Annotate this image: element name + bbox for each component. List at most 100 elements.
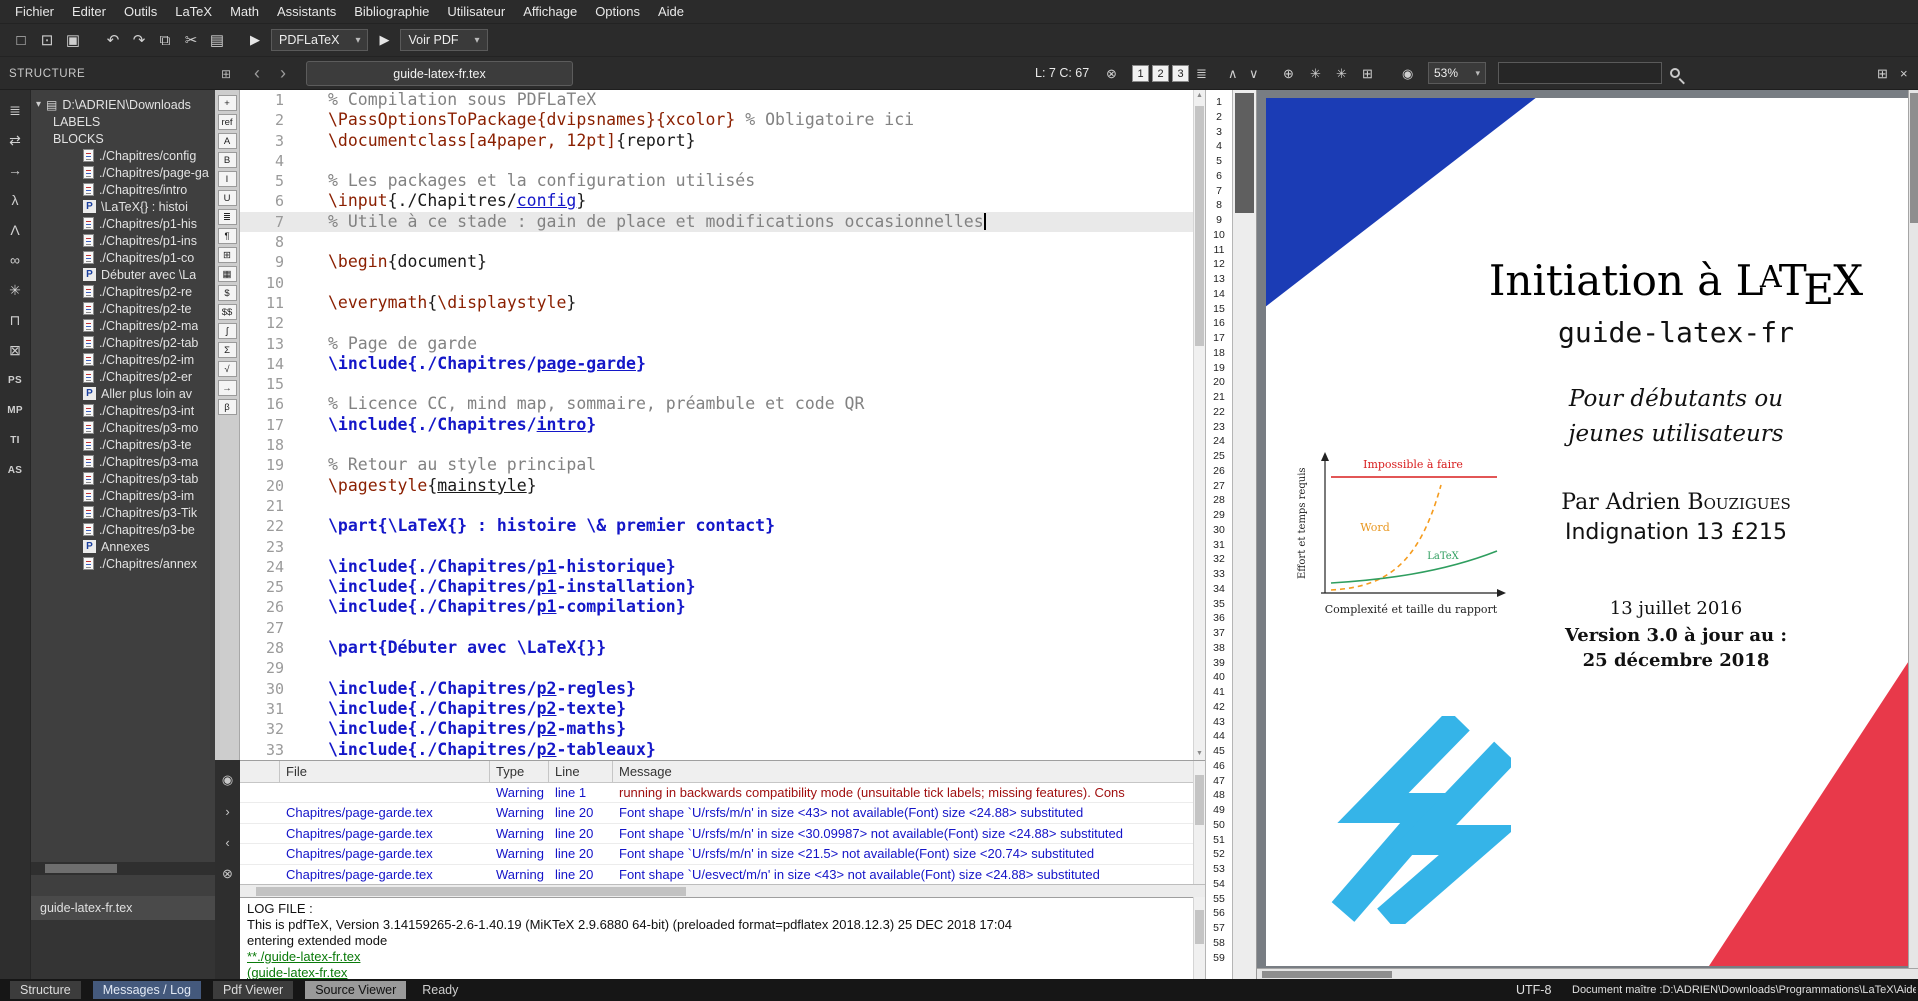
scrollbar-thumb[interactable] — [1195, 106, 1204, 346]
panel-toggle-icon[interactable]: › — [225, 804, 229, 819]
next-page-icon[interactable]: ∨ — [1249, 65, 1259, 82]
symbol-panel-tab-icon[interactable]: → — [3, 160, 27, 180]
code-line[interactable]: 9\begin{document} — [240, 252, 1193, 272]
symbol-panel-tab-icon[interactable]: Λ — [3, 220, 27, 240]
menu-item[interactable]: Affichage — [514, 1, 586, 22]
menu-item[interactable]: Fichier — [6, 1, 63, 22]
search-icon[interactable] — [1670, 68, 1680, 78]
edit-strip-button[interactable]: U — [218, 190, 237, 206]
toolbar-icon[interactable]: ▣ — [60, 28, 86, 52]
menu-item[interactable]: Editer — [63, 1, 115, 22]
code-line[interactable]: 32\include{./Chapitres/p2-maths} — [240, 719, 1193, 739]
page-2-button[interactable]: 2 — [1152, 65, 1169, 82]
symbol-panel-tab-icon[interactable]: MP — [3, 400, 27, 420]
structure-tree-item[interactable]: ./Chapitres/p3-ma — [31, 453, 215, 470]
structure-tree-item[interactable]: ./Chapitres/p3-tab — [31, 470, 215, 487]
pdf-horizontal-scrollbar[interactable] — [1257, 968, 1918, 979]
panel-toggle-icon[interactable]: ‹ — [225, 835, 229, 850]
pdf-vertical-scrollbar[interactable] — [1233, 90, 1257, 979]
structure-tree-item[interactable]: ./Chapitres/p3-Tik — [31, 504, 215, 521]
pdf-toc-icon[interactable]: ≣ — [1196, 65, 1207, 82]
scrollbar-thumb[interactable] — [45, 864, 117, 873]
symbol-panel-tab-icon[interactable]: PS — [3, 370, 27, 390]
code-line[interactable]: 28\part{Débuter avec \LaTeX{}} — [240, 638, 1193, 658]
dock-panel-icon[interactable]: ⊞ — [221, 67, 231, 81]
edit-strip-button[interactable]: β — [218, 399, 237, 415]
edit-strip-button[interactable]: ∫ — [218, 323, 237, 339]
code-line[interactable]: 4 — [240, 151, 1193, 171]
code-line[interactable]: 18 — [240, 435, 1193, 455]
code-line[interactable]: 15 — [240, 374, 1193, 394]
edit-strip-button[interactable]: ⊞ — [218, 247, 237, 263]
code-line[interactable]: 8 — [240, 232, 1193, 252]
code-line[interactable]: 16% Licence CC, mind map, sommaire, préa… — [240, 394, 1193, 414]
code-line[interactable]: 14\include{./Chapitres/page-garde} — [240, 354, 1193, 374]
status-panel-toggle[interactable]: Source Viewer — [305, 981, 406, 999]
structure-tree-item[interactable]: ./Chapitres/p1-co — [31, 249, 215, 266]
pdf-search-input[interactable] — [1498, 62, 1662, 84]
structure-tree-item[interactable]: ./Chapitres/p3-te — [31, 436, 215, 453]
code-line[interactable]: 22\part{\LaTeX{} : histoire \& premier c… — [240, 516, 1193, 536]
code-line[interactable]: 2\PassOptionsToPackage{dvipsnames}{xcolo… — [240, 110, 1193, 130]
code-line[interactable]: 27 — [240, 618, 1193, 638]
compile-command-select[interactable]: PDFLaTeX ▾ — [271, 29, 368, 51]
panel-toggle-icon[interactable]: ⊗ — [222, 866, 233, 882]
messages-header-type[interactable]: Type — [490, 761, 549, 782]
code-line[interactable]: 24\include{./Chapitres/p1-historique} — [240, 557, 1193, 577]
code-line[interactable]: 30\include{./Chapitres/p2-regles} — [240, 679, 1193, 699]
edit-strip-button[interactable]: → — [218, 380, 237, 396]
structure-tree-item[interactable]: ./Chapitres/p3-mo — [31, 419, 215, 436]
code-line[interactable]: 7% Utile à ce stade : gain de place et m… — [240, 212, 1193, 232]
navigate-forward-button[interactable]: › — [272, 61, 294, 85]
log-panel[interactable]: LOG FILE :This is pdfTeX, Version 3.1415… — [240, 897, 1205, 979]
scrollbar-thumb[interactable] — [256, 887, 686, 896]
messages-header-line[interactable]: Line — [549, 761, 613, 782]
code-line[interactable]: 33\include{./Chapitres/p2-tableaux} — [240, 740, 1193, 760]
scrollbar-thumb[interactable] — [1195, 910, 1204, 944]
quick-build-button[interactable]: ▶ — [244, 32, 266, 48]
edit-strip-button[interactable]: + — [218, 95, 237, 111]
detach-viewer-icon[interactable]: ⊞ — [1877, 65, 1888, 82]
document-tab[interactable]: guide-latex-fr.tex — [306, 61, 573, 86]
edit-strip-button[interactable]: $$ — [218, 304, 237, 320]
messages-header-message[interactable]: Message — [613, 761, 1205, 782]
structure-tree-item[interactable]: ./Chapitres/p3-be — [31, 521, 215, 538]
structure-tree-item[interactable]: P Annexes — [31, 538, 215, 555]
structure-tree-item[interactable]: ./Chapitres/p2-ma — [31, 317, 215, 334]
structure-tree-item[interactable]: ./Chapitres/p3-int — [31, 402, 215, 419]
messages-header-file[interactable]: File — [280, 761, 490, 782]
toolbar-icon[interactable]: ⊡ — [34, 28, 60, 52]
close-viewer-icon[interactable]: × — [1900, 65, 1908, 82]
structure-tree-item[interactable]: P Débuter avec \La — [31, 266, 215, 283]
code-line[interactable]: 29 — [240, 658, 1193, 678]
code-line[interactable]: 26\include{./Chapitres/p1-compilation} — [240, 597, 1193, 617]
menu-item[interactable]: LaTeX — [166, 1, 221, 22]
editor-vertical-scrollbar[interactable]: ▲ ▼ — [1193, 90, 1205, 760]
structure-horizontal-scrollbar[interactable] — [31, 862, 215, 875]
edit-strip-button[interactable]: ≣ — [218, 209, 237, 225]
expand-arrow-icon[interactable]: ▾ — [36, 99, 41, 110]
symbol-panel-tab-icon[interactable]: AS — [3, 460, 27, 480]
message-row[interactable]: Chapitres/page-garde.tex Warning line 20… — [240, 803, 1205, 823]
page-3-button[interactable]: 3 — [1172, 65, 1189, 82]
messages-horizontal-scrollbar[interactable] — [240, 884, 1205, 897]
symbol-panel-tab-icon[interactable]: ⊠ — [3, 340, 27, 360]
symbol-panel-tab-icon[interactable]: ⊓ — [3, 310, 27, 330]
zoom-select[interactable]: 53% ▾ — [1428, 62, 1486, 84]
code-line[interactable]: 23 — [240, 537, 1193, 557]
structure-root-item[interactable]: ▾ ▤ D:\ADRIEN\Downloads — [31, 96, 215, 113]
toolbar-icon[interactable]: ⧉ — [152, 28, 178, 52]
toolbar-icon[interactable]: ↷ — [126, 28, 152, 52]
message-row[interactable]: Warning line 1 running in backwards comp… — [240, 783, 1205, 803]
presentation-eye-icon[interactable]: ◉ — [1402, 65, 1413, 82]
expand-viewer-icon[interactable]: ⊞ — [1362, 65, 1373, 82]
structure-tree-item[interactable]: ./Chapitres/p2-tab — [31, 334, 215, 351]
menu-item[interactable]: Utilisateur — [438, 1, 514, 22]
status-panel-toggle[interactable]: Pdf Viewer — [213, 981, 293, 999]
toolbar-icon[interactable]: ▤ — [204, 28, 230, 52]
code-line[interactable]: 6\input{./Chapitres/config} — [240, 191, 1193, 211]
scrollbar-thumb[interactable] — [1195, 775, 1204, 825]
edit-strip-button[interactable]: ¶ — [218, 228, 237, 244]
code-line[interactable]: 19% Retour au style principal — [240, 455, 1193, 475]
menu-item[interactable]: Options — [586, 1, 649, 22]
